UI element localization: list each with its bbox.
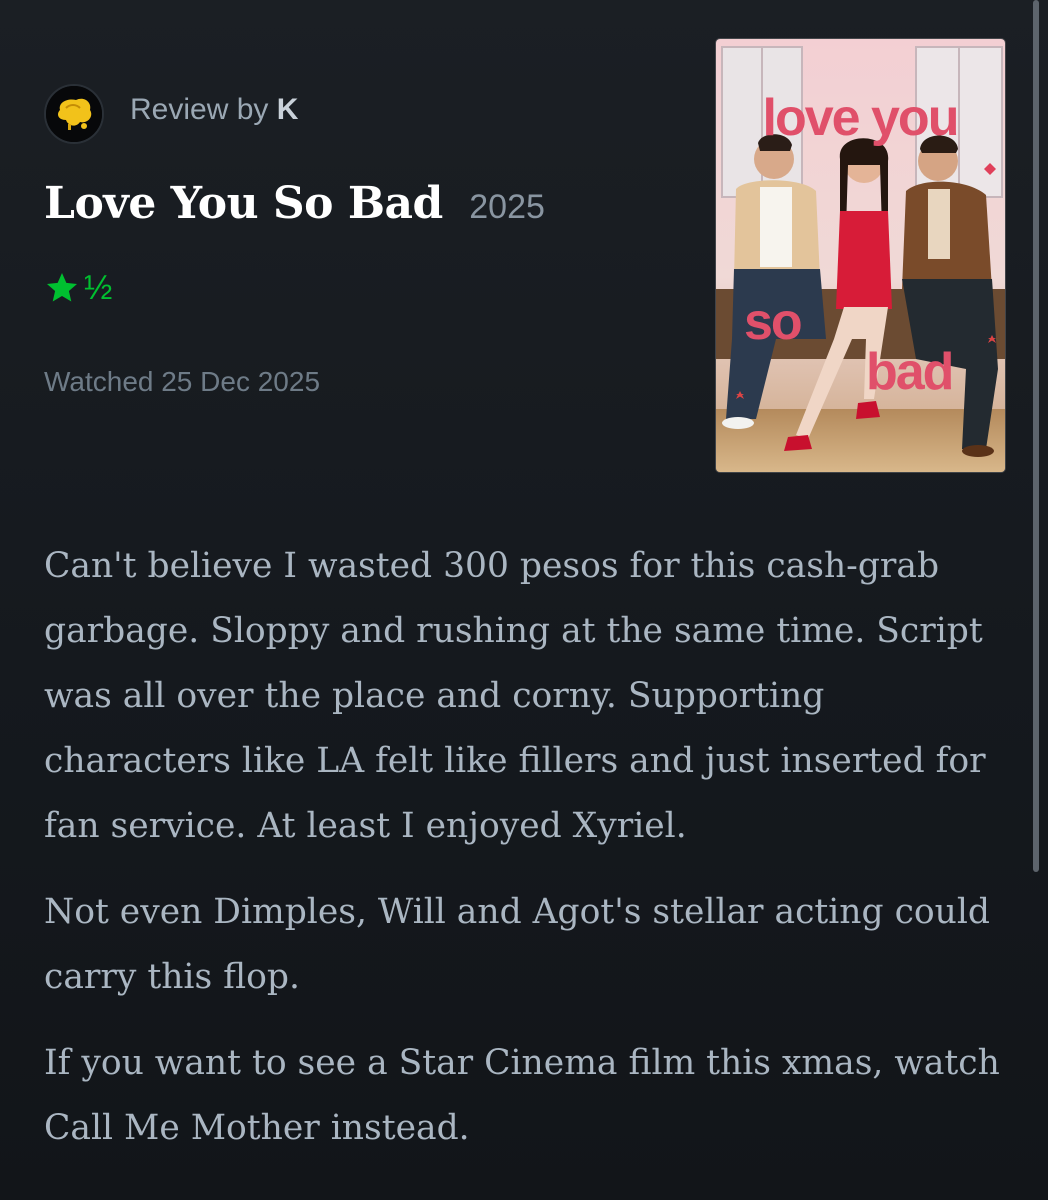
avatar-image bbox=[46, 86, 102, 142]
avatar[interactable] bbox=[44, 84, 104, 144]
film-title[interactable]: Love You So Bad bbox=[44, 178, 443, 229]
film-title-row: Love You So Bad 2025 bbox=[44, 178, 545, 229]
review-paragraph: If you want to see a Star Cinema film th… bbox=[44, 1043, 1000, 1148]
review-by-label: Review by bbox=[130, 93, 269, 126]
half-star-text: ½ bbox=[84, 269, 113, 307]
watched-date: Watched 25 Dec 2025 bbox=[44, 366, 321, 397]
review-byline: Review by K bbox=[130, 92, 298, 128]
film-year[interactable]: 2025 bbox=[469, 188, 545, 226]
poster-title-line3: bad bbox=[866, 343, 952, 401]
review-paragraph: Can't believe I wasted 300 pesos for thi… bbox=[44, 546, 986, 846]
review-page: Review by K Love You So Bad 2025 ½ Watch… bbox=[0, 0, 1048, 1200]
poster-art: love you so bad bbox=[716, 39, 1005, 472]
poster-title-line2: so bbox=[744, 293, 801, 351]
star-rating: ½ bbox=[44, 268, 112, 308]
reviewer-name[interactable]: K bbox=[277, 93, 299, 126]
film-poster[interactable]: love you so bad bbox=[716, 39, 1005, 472]
scrollbar[interactable] bbox=[1033, 0, 1039, 872]
poster-title-line1: love you bbox=[763, 89, 958, 147]
review-body: Can't believe I wasted 300 pesos for thi… bbox=[44, 534, 1004, 1182]
review-paragraph: Not even Dimples, Will and Agot's stella… bbox=[44, 892, 991, 997]
star-icon bbox=[47, 273, 77, 302]
